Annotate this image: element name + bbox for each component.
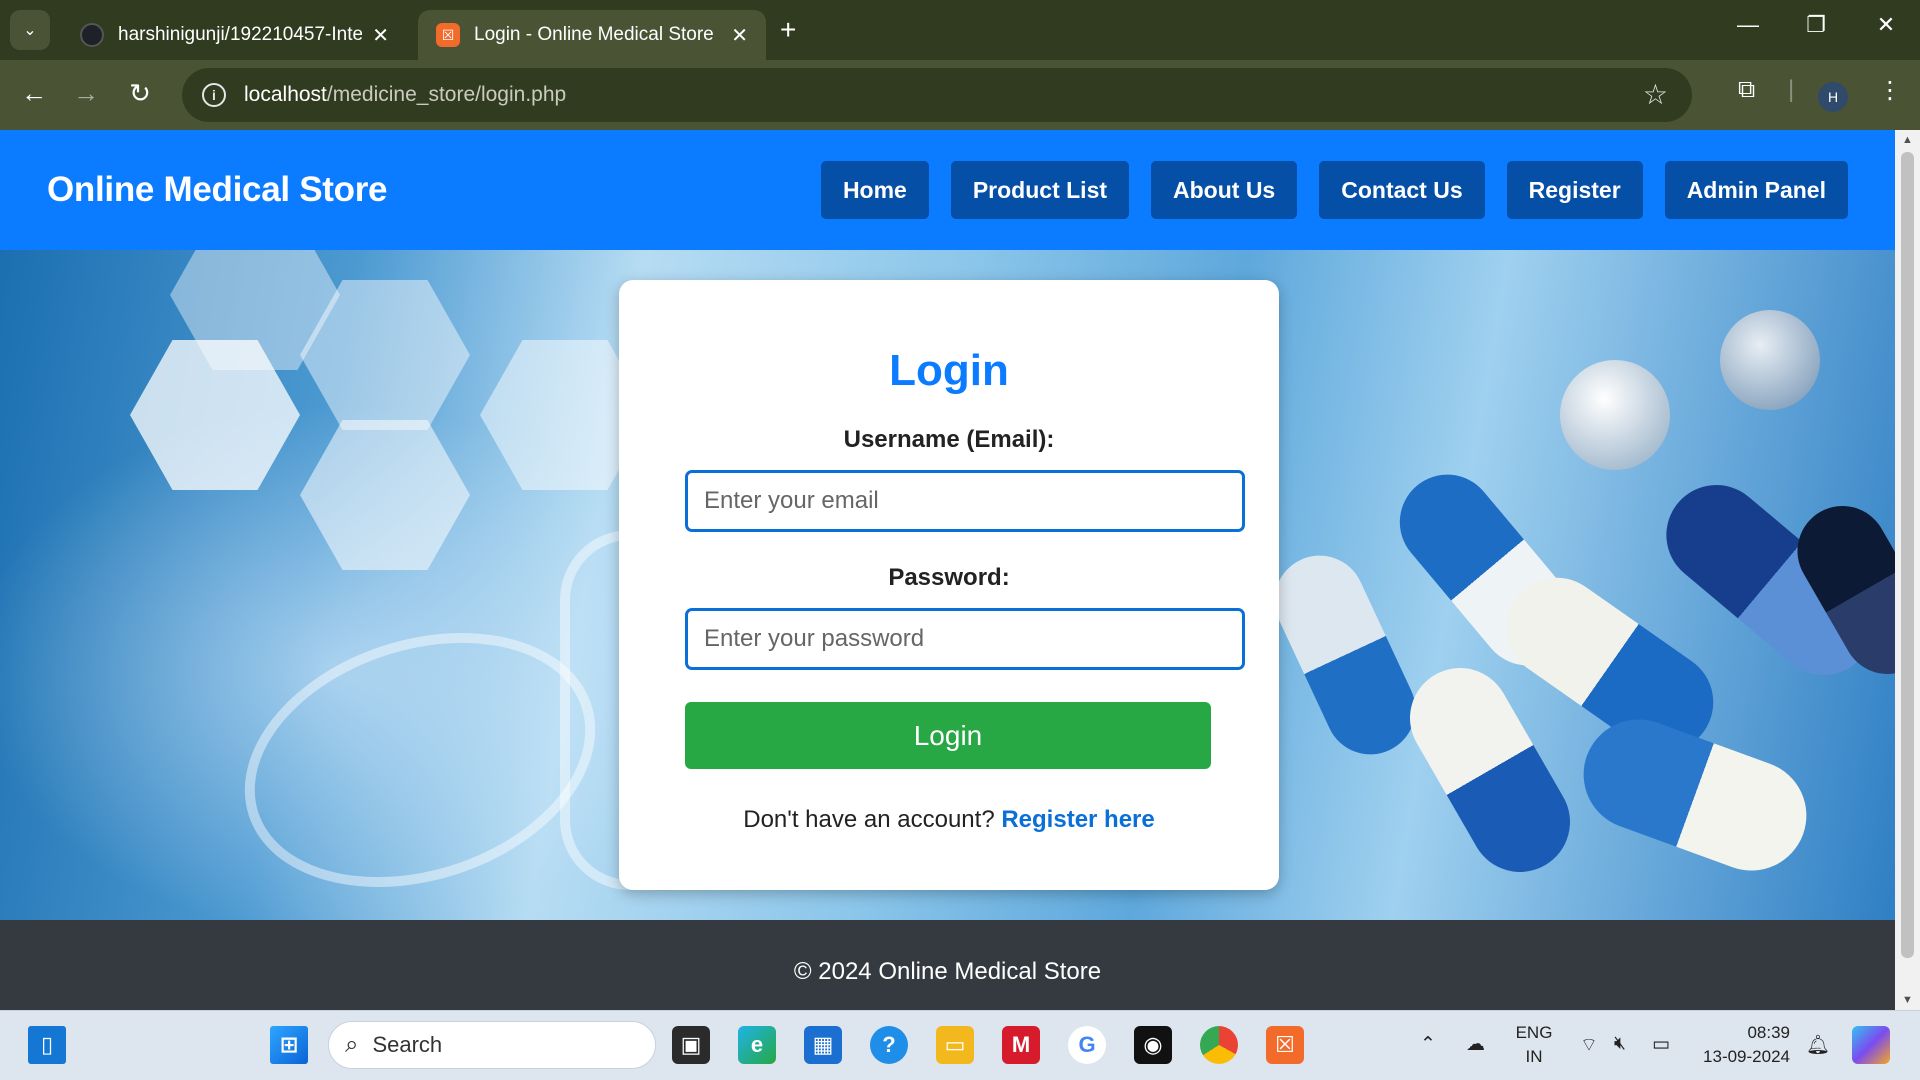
clock-time: 08:39 xyxy=(1747,1023,1790,1042)
toolbar-divider: | xyxy=(1788,76,1795,103)
forward-button[interactable]: → xyxy=(68,78,104,109)
region-code: IN xyxy=(1525,1047,1543,1066)
windows-start-icon[interactable]: ⊞ xyxy=(270,1026,308,1064)
chrome-icon[interactable] xyxy=(1200,1026,1238,1064)
nav-home[interactable]: Home xyxy=(820,161,929,219)
github-desktop-icon[interactable]: ◉ xyxy=(1134,1026,1172,1064)
restore-button[interactable]: ❐ xyxy=(1796,12,1836,38)
clock-date: 13-09-2024 xyxy=(1703,1047,1790,1066)
wifi-icon[interactable]: ⌔ xyxy=(1580,1033,1598,1057)
site-header: Online Medical Store Home Product List A… xyxy=(0,130,1895,250)
task-view-icon[interactable]: ▣ xyxy=(672,1026,710,1064)
file-explorer-icon[interactable]: ▭ xyxy=(936,1026,974,1064)
windows-taskbar: ▯ ⊞ ⌕ Search ▣ e ▦ ? ▭ M G ◉ ☒ ⌃ ☁ ENG I… xyxy=(0,1010,1920,1080)
chevron-down-icon: ⌄ xyxy=(23,22,37,39)
url-path: /medicine_store/login.php xyxy=(326,83,567,106)
login-card: Login Username (Email): Password: Login … xyxy=(619,280,1279,890)
address-bar[interactable]: i localhost/medicine_store/login.php ☆ xyxy=(182,68,1692,122)
capsule-decoration xyxy=(1259,540,1431,770)
tab-search-button[interactable]: ⌄ xyxy=(10,10,50,50)
hexagon-decoration xyxy=(300,420,470,570)
site-footer: © 2024 Online Medical Store xyxy=(0,920,1895,1010)
volume-muted-icon[interactable]: 🔇︎ xyxy=(1614,1033,1626,1055)
email-label: Username (Email): xyxy=(843,426,1055,453)
profile-avatar[interactable]: H xyxy=(1818,82,1848,112)
login-title: Login xyxy=(889,346,1009,395)
help-icon[interactable]: ? xyxy=(870,1026,908,1064)
mcafee-icon[interactable]: M xyxy=(1002,1026,1040,1064)
nav-admin-panel[interactable]: Admin Panel xyxy=(1664,161,1848,219)
tab-title: harshinigunji/192210457-Intern xyxy=(118,24,363,45)
scroll-up-arrow-icon[interactable]: ▲ xyxy=(1895,134,1920,146)
edge-browser-icon[interactable]: e xyxy=(738,1026,776,1064)
register-link[interactable]: Register here xyxy=(1001,806,1154,833)
close-icon[interactable]: ✕ xyxy=(372,23,389,48)
tab-title: Login - Online Medical Store xyxy=(474,24,714,45)
search-placeholder: Search xyxy=(372,1032,443,1057)
xampp-icon: ☒ xyxy=(436,23,460,47)
battery-icon[interactable]: ▭ xyxy=(1652,1033,1670,1056)
taskbar-search[interactable]: ⌕ Search xyxy=(328,1021,656,1069)
chevron-up-icon[interactable]: ⌃ xyxy=(1420,1033,1436,1056)
search-icon: ⌕ xyxy=(345,1031,359,1058)
reload-button[interactable]: ↻ xyxy=(122,78,158,109)
url-host: localhost xyxy=(244,83,327,106)
google-icon[interactable]: G xyxy=(1068,1026,1106,1064)
nav-register[interactable]: Register xyxy=(1506,161,1643,219)
language-code: ENG xyxy=(1515,1023,1553,1042)
nav-product-list[interactable]: Product List xyxy=(950,161,1130,219)
language-indicator[interactable]: ENG IN xyxy=(1512,1021,1556,1069)
minimize-button[interactable]: — xyxy=(1728,12,1768,38)
nav-contact-us[interactable]: Contact Us xyxy=(1319,161,1485,219)
hero-background: Login Username (Email): Password: Login … xyxy=(0,250,1895,920)
main-nav: Home Product List About Us Contact Us Re… xyxy=(820,161,1848,219)
github-icon xyxy=(80,23,104,47)
login-button[interactable]: Login xyxy=(685,702,1211,769)
xampp-icon[interactable]: ☒ xyxy=(1266,1026,1304,1064)
tab-login[interactable]: ☒ Login - Online Medical Store ✕ xyxy=(418,10,766,60)
browser-toolbar: ← → ↻ i localhost/medicine_store/login.p… xyxy=(0,60,1920,130)
signup-text: Don't have an account? xyxy=(743,806,995,833)
extensions-icon[interactable]: ⧉ xyxy=(1738,76,1755,104)
signup-prompt: Don't have an account? Register here xyxy=(619,806,1279,834)
tab-github[interactable]: harshinigunji/192210457-Intern ✕ xyxy=(62,10,407,60)
email-field[interactable] xyxy=(685,470,1245,532)
browser-tab-bar: ⌄ harshinigunji/192210457-Intern ✕ ☒ Log… xyxy=(0,0,1920,60)
microsoft-store-icon[interactable]: ▦ xyxy=(804,1026,842,1064)
widgets-icon[interactable]: ▯ xyxy=(28,1026,66,1064)
scrollbar-thumb[interactable] xyxy=(1901,152,1914,958)
copilot-icon[interactable] xyxy=(1852,1026,1890,1064)
web-page: Online Medical Store Home Product List A… xyxy=(0,130,1895,1010)
nav-about-us[interactable]: About Us xyxy=(1151,161,1298,219)
back-button[interactable]: ← xyxy=(16,78,52,109)
taskbar-clock[interactable]: 08:39 13-09-2024 xyxy=(1690,1021,1790,1069)
notification-bell-icon[interactable]: 🔔︎ xyxy=(1806,1033,1830,1057)
close-window-button[interactable]: ✕ xyxy=(1866,12,1906,38)
password-label: Password: xyxy=(888,564,1010,591)
password-field[interactable] xyxy=(685,608,1245,670)
scroll-down-arrow-icon[interactable]: ▼ xyxy=(1895,994,1920,1006)
onedrive-cloud-icon[interactable]: ☁ xyxy=(1466,1033,1485,1056)
close-icon[interactable]: ✕ xyxy=(731,23,748,48)
info-icon[interactable]: i xyxy=(202,83,226,107)
page-scrollbar[interactable]: ▲ ▼ xyxy=(1895,130,1920,1010)
bookmark-star-icon[interactable]: ☆ xyxy=(1643,78,1668,111)
tablet-decoration xyxy=(1560,360,1670,470)
new-tab-button[interactable]: + xyxy=(780,14,796,46)
tablet-decoration xyxy=(1720,310,1820,410)
site-brand[interactable]: Online Medical Store xyxy=(47,170,388,210)
menu-kebab-icon[interactable]: ⋮ xyxy=(1878,76,1902,105)
